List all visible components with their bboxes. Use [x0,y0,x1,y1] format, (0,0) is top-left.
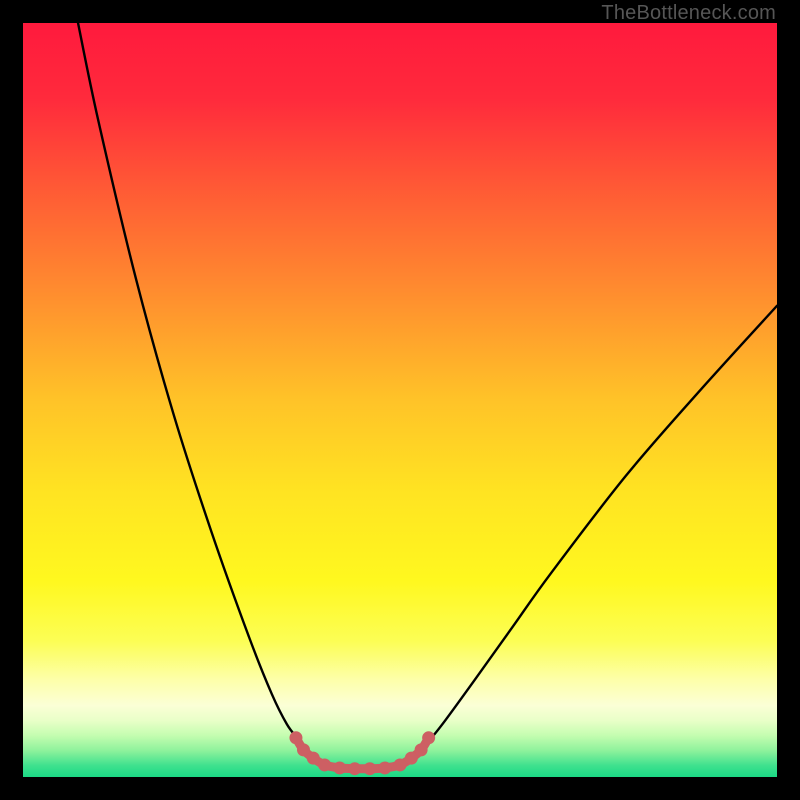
valley-dot [415,743,428,756]
bottleneck-curve-left [78,23,362,769]
valley-dot [394,758,407,771]
plot-area [23,23,777,777]
bottleneck-curve-right [362,306,777,769]
attribution-watermark: TheBottleneck.com [601,2,776,25]
valley-dot [318,758,331,771]
chart-frame: TheBottleneck.com [0,0,800,800]
valley-dot [422,731,435,744]
valley-dot [333,761,346,774]
valley-dot [307,752,320,765]
curve-layer [23,23,777,777]
valley-dot [363,762,376,775]
valley-dot [289,731,302,744]
valley-dot [348,762,361,775]
valley-dot [378,761,391,774]
